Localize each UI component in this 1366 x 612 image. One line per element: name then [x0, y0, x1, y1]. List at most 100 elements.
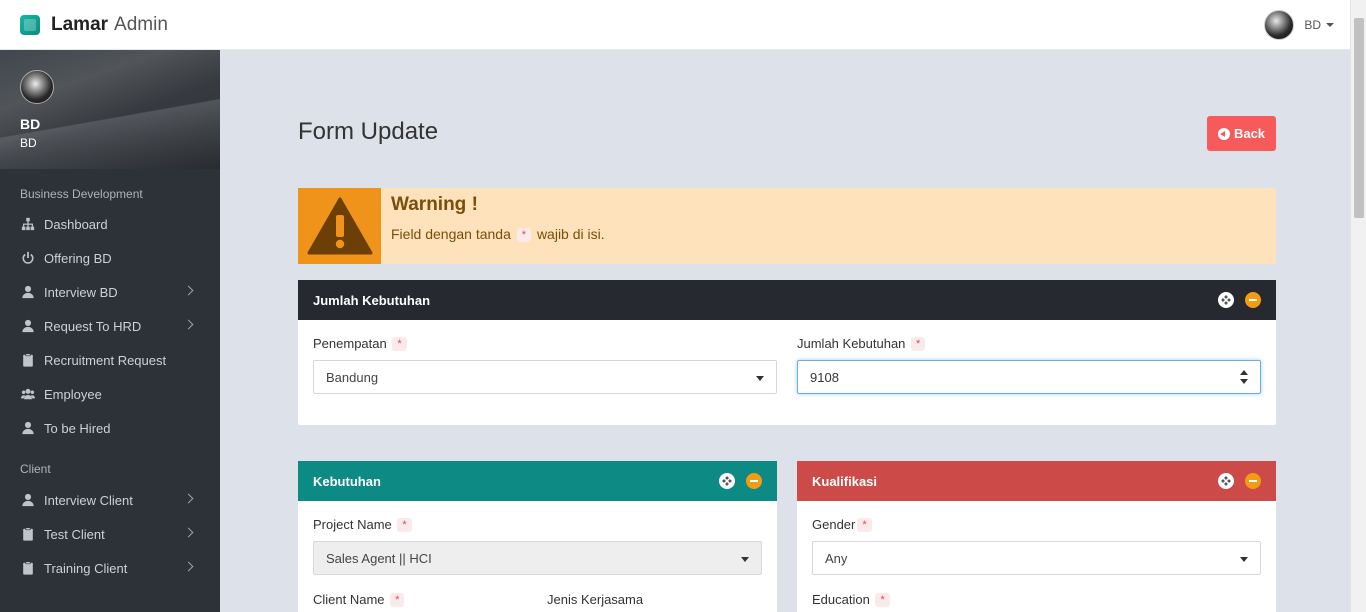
chevron-right-icon	[183, 319, 194, 330]
chevron-right-icon	[183, 561, 194, 572]
main-content: Form Update Back Warning ! Field dengan …	[220, 50, 1350, 612]
sidebar-item-label: Offering BD	[44, 250, 112, 266]
panel-kualifikasi: Kualifikasi Gender * Any Education *	[797, 461, 1276, 612]
top-navbar: Lamar Admin BD	[0, 0, 1350, 50]
profile-name: BD	[20, 116, 41, 132]
project-name-value: Sales Agent || HCI	[326, 550, 432, 566]
panel-tools	[719, 473, 762, 489]
brand-name: Lamar	[51, 13, 109, 35]
sidebar-item-recruitment-request[interactable]: Recruitment Request	[0, 343, 220, 377]
sidebar-item-label: To be Hired	[44, 420, 111, 436]
page-scrollbar[interactable]	[1350, 0, 1366, 612]
user-icon	[20, 284, 36, 300]
sidebar-item-label: Interview BD	[44, 284, 118, 300]
panel-title: Kebutuhan	[313, 473, 381, 489]
panel-header: Kebutuhan	[298, 461, 777, 501]
sidebar-item-interview-client[interactable]: Interview Client	[0, 483, 220, 517]
gender-select[interactable]: Any	[812, 541, 1261, 575]
sidebar-item-label: Test Client	[44, 526, 105, 542]
panel-header: Jumlah Kebutuhan	[298, 280, 1276, 320]
sidebar-item-interview-bd[interactable]: Interview BD	[0, 275, 220, 309]
nav-section-title: Business Development	[20, 187, 143, 201]
jenis-kerjasama-label: Jenis Kerjasama	[547, 592, 644, 607]
warning-alert: Warning ! Field dengan tanda * wajib di …	[298, 188, 1276, 264]
sidebar-item-employee[interactable]: Employee	[0, 377, 220, 411]
clipboard-icon	[20, 526, 36, 542]
panel-kebutuhan: Kebutuhan Project Name * Sales Agent || …	[298, 461, 777, 612]
warning-body: Warning ! Field dengan tanda * wajib di …	[381, 188, 605, 264]
penempatan-select[interactable]: Bandung	[313, 360, 777, 394]
penempatan-label: Penempatan *	[313, 336, 409, 351]
warning-icon-box	[298, 188, 381, 264]
page-title: Form Update	[298, 118, 439, 145]
penempatan-value: Bandung	[326, 369, 379, 385]
sidebar-profile: BD BD	[0, 50, 220, 169]
scrollbar-thumb[interactable]	[1354, 18, 1364, 218]
client-name-label: Client Name *	[313, 592, 406, 607]
gender-value: Any	[825, 550, 848, 566]
sidebar-item-training-client[interactable]: Training Client	[0, 551, 220, 585]
user-icon	[20, 420, 36, 436]
clipboard-icon	[20, 352, 36, 368]
gender-label: Gender *	[812, 517, 874, 532]
caret-down-icon	[1240, 557, 1248, 562]
move-icon[interactable]	[1218, 473, 1234, 489]
panel-title: Jumlah Kebutuhan	[313, 292, 431, 308]
move-icon[interactable]	[719, 473, 735, 489]
sidebar-item-label: Recruitment Request	[44, 352, 167, 368]
panel-tools	[1218, 473, 1261, 489]
jumlah-value: 9108	[810, 369, 839, 385]
collapse-icon[interactable]	[746, 473, 762, 489]
chevron-right-icon	[183, 527, 194, 538]
sidebar-item-test-client[interactable]: Test Client	[0, 517, 220, 551]
warning-text: Field dengan tanda * wajib di isi.	[391, 226, 605, 242]
panel-tools	[1218, 292, 1261, 308]
avatar[interactable]	[20, 70, 54, 104]
sidebar: BD BD Business Development Dashboard Off…	[0, 50, 220, 612]
brand-logo-icon	[20, 14, 40, 35]
warning-title: Warning !	[391, 194, 478, 215]
sidebar-item-label: Dashboard	[44, 216, 108, 232]
arrow-left-circle-icon	[1217, 127, 1230, 140]
sidebar-item-request-to-hrd[interactable]: Request To HRD	[0, 309, 220, 343]
project-name-label: Project Name *	[313, 517, 414, 532]
avatar	[1264, 10, 1295, 40]
warning-text-before: Field dengan tanda	[391, 226, 511, 242]
users-icon	[20, 386, 36, 402]
user-icon	[20, 318, 36, 334]
required-mark: *	[516, 228, 532, 242]
panel-header: Kualifikasi	[797, 461, 1276, 501]
sidebar-item-label: Training Client	[44, 560, 128, 576]
collapse-icon[interactable]	[1245, 292, 1261, 308]
sidebar-item-label: Request To HRD	[44, 318, 142, 334]
panel-title: Kualifikasi	[812, 473, 878, 489]
caret-down-icon	[1326, 23, 1334, 27]
project-name-select[interactable]: Sales Agent || HCI	[313, 541, 762, 575]
sidebar-item-offering-bd[interactable]: Offering BD	[0, 241, 220, 275]
warning-triangle-icon	[307, 197, 372, 255]
sidebar-item-to-be-hired[interactable]: To be Hired	[0, 411, 220, 445]
nav-section-title: Client	[20, 462, 51, 476]
chevron-right-icon	[183, 285, 194, 296]
panel-jumlah-kebutuhan: Jumlah Kebutuhan Penempatan * Bandung Ju…	[298, 280, 1276, 425]
collapse-icon[interactable]	[1245, 473, 1261, 489]
user-icon	[20, 492, 36, 508]
caret-down-icon	[756, 376, 764, 381]
caret-down-icon	[741, 557, 749, 562]
brand-suffix: Admin	[114, 13, 168, 35]
sidebar-item-dashboard[interactable]: Dashboard	[0, 207, 220, 241]
jumlah-label: Jumlah Kebutuhan *	[797, 336, 927, 351]
sitemap-icon	[20, 216, 36, 232]
jumlah-kebutuhan-input[interactable]: 9108	[797, 360, 1261, 394]
number-spinner-icon[interactable]	[1240, 370, 1248, 384]
back-button[interactable]: Back	[1207, 116, 1276, 151]
back-button-label: Back	[1233, 126, 1266, 141]
user-menu-toggle[interactable]: BD	[1264, 10, 1334, 40]
warning-text-after: wajib di isi.	[536, 226, 605, 242]
sidebar-item-label: Employee	[44, 386, 102, 402]
brand[interactable]: Lamar Admin	[0, 14, 168, 36]
user-menu-label: BD	[1304, 18, 1321, 32]
sidebar-item-label: Interview Client	[44, 492, 133, 508]
move-icon[interactable]	[1218, 292, 1234, 308]
power-icon	[20, 250, 36, 266]
